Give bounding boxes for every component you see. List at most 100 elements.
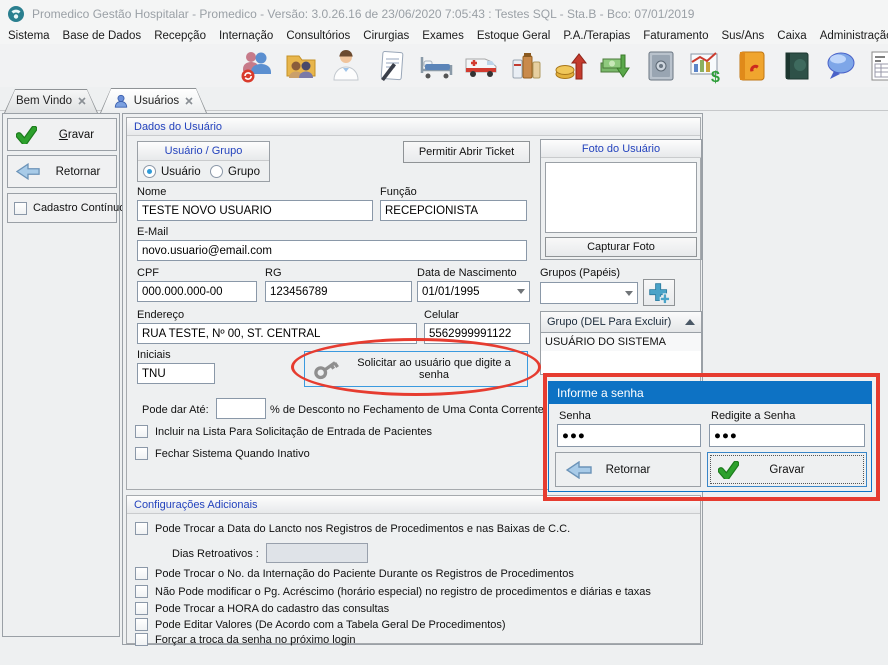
checkbox-editar-valores[interactable]: Pode Editar Valores (De Acordo com a Tab…: [135, 618, 506, 631]
checkbox-no-internacao[interactable]: Pode Trocar o No. da Internação do Pacie…: [135, 567, 574, 580]
data-nascimento-combo[interactable]: 01/01/1995: [417, 281, 530, 302]
radio-grupo-label: Grupo: [228, 166, 260, 178]
menu-internacao[interactable]: Internação: [219, 30, 273, 42]
checkbox-hora-consultas[interactable]: Pode Trocar a HORA do cadastro das consu…: [135, 602, 389, 615]
close-icon[interactable]: [185, 97, 193, 105]
tab-bem-vindo-label: Bem Vindo: [16, 95, 72, 107]
dialog-gravar-button[interactable]: Gravar: [707, 452, 867, 487]
senha-label: Senha: [559, 410, 591, 422]
tab-bem-vindo[interactable]: Bem Vindo: [4, 89, 98, 113]
email-input[interactable]: [137, 240, 527, 261]
chart-dollar-icon[interactable]: $: [687, 47, 724, 85]
permitir-abrir-ticket-button[interactable]: Permitir Abrir Ticket: [403, 141, 530, 163]
money-up-icon[interactable]: [552, 47, 589, 85]
desconto-prefix-label: Pode dar Até:: [142, 404, 209, 416]
checkbox-hora-label: Pode Trocar a HORA do cadastro das consu…: [155, 603, 389, 615]
menu-exames[interactable]: Exames: [422, 30, 464, 42]
safe-icon[interactable]: [642, 47, 679, 85]
checkbox-forcar-troca-senha[interactable]: Forçar a troca da senha no próximo login: [135, 633, 356, 646]
toolbar: $: [0, 44, 888, 87]
menu-recepcao[interactable]: Recepção: [154, 30, 206, 42]
menu-sistema[interactable]: Sistema: [8, 30, 50, 42]
radio-grupo-dot[interactable]: [210, 165, 223, 178]
checkbox-box[interactable]: [135, 633, 148, 646]
checkbox-fechar-sistema[interactable]: Fechar Sistema Quando Inativo: [135, 447, 310, 460]
checkbox-forcar-troca-label: Forçar a troca da senha no próximo login: [155, 634, 356, 646]
menu-base-de-dados[interactable]: Base de Dados: [63, 30, 142, 42]
checkbox-box[interactable]: [135, 602, 148, 615]
senha-input[interactable]: [557, 424, 701, 447]
desconto-input[interactable]: [216, 398, 266, 419]
checkbox-box[interactable]: [135, 585, 148, 598]
menu-faturamento[interactable]: Faturamento: [643, 30, 708, 42]
redigite-senha-input[interactable]: [709, 424, 865, 447]
dialog-retornar-button[interactable]: Retornar: [555, 452, 701, 487]
gravar-button[interactable]: Gravar: [7, 118, 117, 151]
checkbox-data-lancto-label: Pode Trocar a Data do Lancto nos Registr…: [155, 523, 570, 535]
form-grid-icon[interactable]: [867, 47, 888, 85]
checkbox-data-lancto[interactable]: Pode Trocar a Data do Lancto nos Registr…: [135, 522, 570, 535]
users-folder-icon[interactable]: [282, 47, 319, 85]
grupo-list-header[interactable]: Grupo (DEL Para Excluir): [540, 311, 702, 333]
checkbox-editar-valores-label: Pode Editar Valores (De Acordo com a Tab…: [155, 619, 506, 631]
checkbox-box[interactable]: [135, 522, 148, 535]
radio-grupo[interactable]: Grupo: [210, 165, 260, 178]
capturar-foto-button[interactable]: Capturar Foto: [545, 237, 697, 257]
checkbox-box[interactable]: [135, 425, 148, 438]
funcao-input[interactable]: [380, 200, 527, 221]
list-item[interactable]: USUÁRIO DO SISTEMA: [541, 333, 701, 351]
phone-book-icon[interactable]: [732, 47, 769, 85]
grupos-papeis-combo[interactable]: [540, 282, 638, 304]
doctor-icon[interactable]: [327, 47, 364, 85]
solicitar-senha-button[interactable]: Solicitar ao usuário que digite a senha: [304, 351, 528, 387]
iniciais-input[interactable]: [137, 363, 215, 384]
cpf-input[interactable]: [137, 281, 257, 302]
chevron-down-icon[interactable]: [625, 291, 633, 296]
retornar-label: Retornar: [40, 166, 116, 178]
checkbox-incluir-lista[interactable]: Incluir na Lista Para Solicitação de Ent…: [135, 425, 432, 438]
menu-cirurgias[interactable]: Cirurgias: [363, 30, 409, 42]
clipboard-pen-icon[interactable]: [372, 47, 409, 85]
menu-caixa[interactable]: Caixa: [777, 30, 806, 42]
user-icon: [114, 94, 128, 108]
radio-usuario-dot[interactable]: [143, 165, 156, 178]
hospital-bed-icon[interactable]: [417, 47, 454, 85]
checkbox-incluir-label: Incluir na Lista Para Solicitação de Ent…: [155, 426, 432, 438]
users-sync-icon[interactable]: [237, 47, 274, 85]
menu-estoque-geral[interactable]: Estoque Geral: [477, 30, 551, 42]
chevron-down-icon[interactable]: [517, 289, 525, 294]
checkbox-box[interactable]: [135, 567, 148, 580]
gravar-label: Gravar: [37, 129, 116, 141]
tab-usuarios[interactable]: Usuários: [100, 88, 207, 113]
informe-senha-dialog: Informe a senha Senha Redigite a Senha R…: [548, 381, 872, 492]
celular-label: Celular: [424, 309, 459, 321]
chat-bubble-icon[interactable]: [822, 47, 859, 85]
grupo-list-header-label: Grupo (DEL Para Excluir): [547, 316, 671, 328]
retornar-button[interactable]: Retornar: [7, 155, 117, 188]
solicitar-senha-label: Solicitar ao usuário que digite a senha: [341, 357, 527, 381]
checkbox-box[interactable]: [135, 618, 148, 631]
ambulance-icon[interactable]: [462, 47, 499, 85]
main-panel: Dados do Usuário Usuário / Grupo Usuário…: [122, 113, 703, 645]
app-window: Promedico Gestão Hospitalar - Promedico …: [0, 0, 888, 665]
cadastro-continuo-checkbox[interactable]: Cadastro Contínuo: [7, 193, 117, 223]
menu-pa-terapias[interactable]: P.A./Terapias: [563, 30, 630, 42]
checkbox-pg-acrescimo[interactable]: Não Pode modificar o Pg. Acréscimo (horá…: [135, 585, 651, 598]
ledger-book-icon[interactable]: [777, 47, 814, 85]
checkbox-box[interactable]: [14, 202, 27, 215]
endereco-input[interactable]: [137, 323, 417, 344]
money-down-icon[interactable]: [597, 47, 634, 85]
email-label: E-Mail: [137, 226, 168, 238]
pharmacy-icon[interactable]: [507, 47, 544, 85]
checkbox-box[interactable]: [135, 447, 148, 460]
tab-usuarios-label: Usuários: [134, 95, 179, 107]
menu-administracao[interactable]: Administração: [820, 30, 888, 42]
add-grupo-button[interactable]: [643, 279, 675, 306]
menu-consultorios[interactable]: Consultórios: [286, 30, 350, 42]
radio-usuario[interactable]: Usuário: [143, 165, 201, 178]
celular-input[interactable]: [424, 323, 530, 344]
menu-sus-ans[interactable]: Sus/Ans: [721, 30, 764, 42]
rg-input[interactable]: [265, 281, 412, 302]
nome-input[interactable]: [137, 200, 373, 221]
close-icon[interactable]: [78, 97, 86, 105]
